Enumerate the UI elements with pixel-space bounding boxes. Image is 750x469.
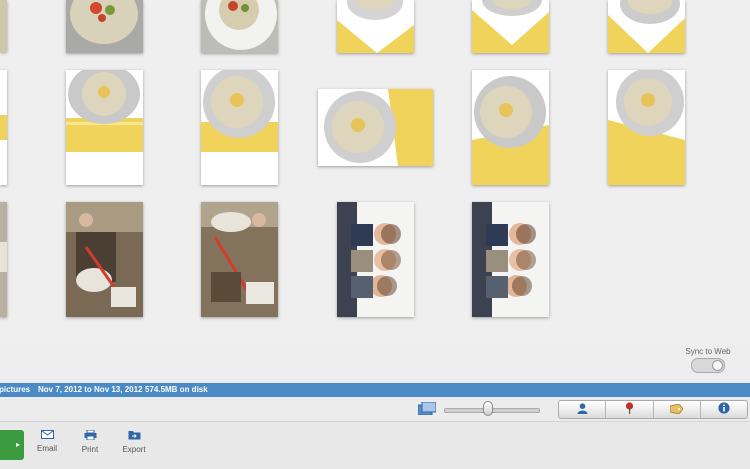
sync-toggle-knob[interactable]	[712, 360, 723, 371]
date-range: Nov 7, 2012 to Nov 13, 2012	[38, 385, 143, 394]
view-mode-group	[558, 400, 748, 419]
library-name: pictures	[0, 385, 31, 394]
tags-button[interactable]	[654, 401, 701, 418]
photo-thumbnail[interactable]	[608, 70, 685, 185]
action-toolbar: ▸ Email Print Export	[0, 422, 750, 469]
print-button[interactable]: Print	[78, 429, 102, 454]
sync-toggle[interactable]	[691, 358, 725, 373]
photo-thumbnail[interactable]	[201, 202, 278, 317]
faces-button[interactable]	[559, 401, 607, 418]
email-button[interactable]: Email	[34, 430, 60, 453]
photo-thumbnail[interactable]	[472, 0, 549, 53]
tag-icon	[669, 401, 684, 418]
export-label: Export	[122, 445, 146, 454]
photo-size-icon	[417, 401, 437, 420]
email-label: Email	[36, 444, 57, 453]
info-button[interactable]	[701, 401, 747, 418]
printer-icon	[78, 429, 102, 442]
photo-thumbnail[interactable]	[318, 89, 433, 166]
print-label: Print	[81, 445, 99, 454]
status-bar: pictures Nov 7, 2012 to Nov 13, 2012 574…	[0, 383, 750, 397]
map-pin-icon	[625, 401, 634, 418]
photo-thumbnail[interactable]	[66, 0, 143, 53]
photo-thumbnail[interactable]	[337, 202, 414, 317]
photo-thumbnail[interactable]	[0, 70, 7, 185]
envelope-icon	[34, 430, 60, 441]
photo-thumbnail[interactable]	[472, 70, 549, 185]
photo-thumbnail[interactable]	[0, 202, 7, 317]
photo-thumbnail[interactable]	[66, 202, 143, 317]
photo-thumbnail[interactable]	[608, 0, 685, 53]
view-toolbar	[0, 397, 750, 422]
zoom-slider-thumb[interactable]	[483, 401, 493, 416]
sync-to-web: Sync to Web	[678, 347, 738, 378]
sync-to-web-label: Sync to Web	[685, 347, 731, 356]
create-button[interactable]: ▸	[0, 430, 24, 460]
export-folder-icon	[120, 430, 148, 442]
photo-thumbnail[interactable]	[337, 0, 414, 53]
photo-thumbnail[interactable]	[472, 202, 549, 317]
photo-thumbnail[interactable]	[0, 0, 7, 52]
photo-thumbnail[interactable]	[201, 70, 278, 185]
photo-thumbnail[interactable]	[66, 70, 143, 185]
info-icon	[718, 401, 730, 418]
places-button[interactable]	[606, 401, 654, 418]
create-button-glyph: ▸	[15, 440, 20, 449]
photo-thumbnail[interactable]	[201, 0, 278, 53]
photo-grid	[0, 0, 750, 345]
export-button[interactable]: Export	[120, 430, 148, 454]
disk-usage: 574.5MB on disk	[145, 385, 208, 394]
person-icon	[577, 401, 588, 418]
